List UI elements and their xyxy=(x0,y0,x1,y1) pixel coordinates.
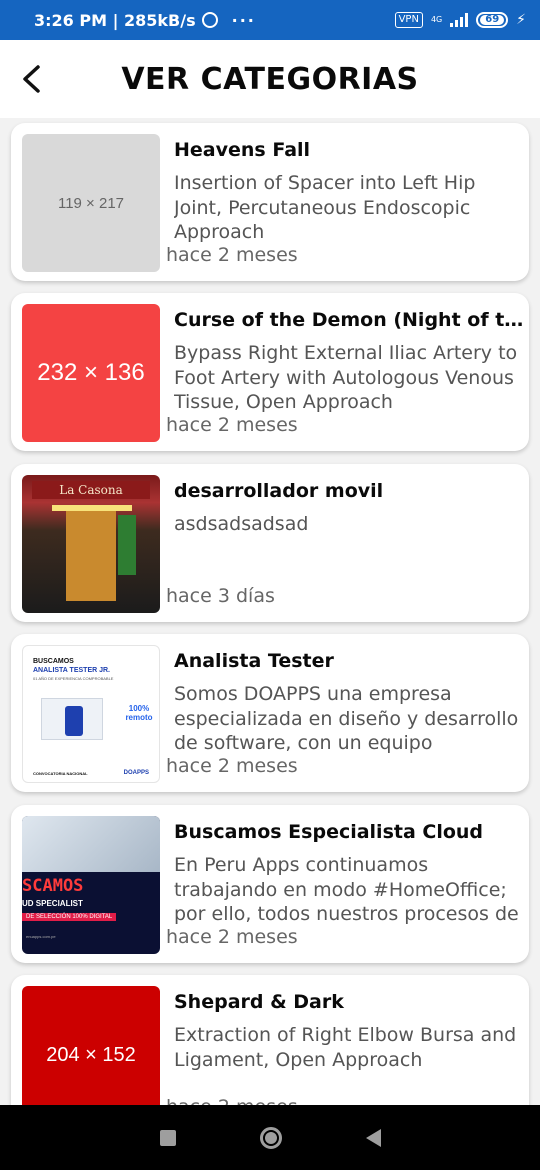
back-arrow-icon[interactable] xyxy=(18,64,46,94)
system-back-button[interactable] xyxy=(365,1128,381,1147)
system-navigation-bar xyxy=(0,1105,540,1170)
item-thumbnail: 119 × 217 xyxy=(22,134,160,272)
image-line-2: UD SPECIALIST xyxy=(22,899,83,908)
item-description: Extraction of Right Elbow Bursa and Liga… xyxy=(174,1024,517,1071)
status-time: 3:26 PM | 285kB/s xyxy=(34,10,196,30)
item-thumbnail: La Casona xyxy=(22,475,160,613)
alarm-icon xyxy=(201,12,218,28)
item-description: Insertion of Spacer into Left Hip Joint,… xyxy=(174,172,476,243)
list-item[interactable]: La Casona desarrollador movil asdsadsads… xyxy=(11,464,529,622)
item-description: Bypass Right External Iliac Artery to Fo… xyxy=(174,342,518,413)
shop-sign: La Casona xyxy=(32,481,150,499)
list-item[interactable]: 232 × 136 Curse of the Demon (Night of t… xyxy=(11,293,529,451)
battery-level: 69 xyxy=(480,15,505,25)
item-time-ago: hace 2 meses xyxy=(166,1096,298,1105)
status-bar: 3:26 PM | 285kB/s ··· VPN 4G 69 ⚡ xyxy=(0,0,540,40)
flyer-remote: 100% remoto xyxy=(125,704,153,722)
recents-button[interactable] xyxy=(159,1129,176,1146)
more-notifications-icon: ··· xyxy=(231,10,256,30)
item-thumbnail: SCAMOS UD SPECIALIST DE SELECCIÓN 100% D… xyxy=(22,816,160,954)
item-time-ago: hace 2 meses xyxy=(166,244,298,266)
flyer-experience: 01 AÑO DE EXPERIENCIA COMPROBABLE xyxy=(33,676,114,681)
flyer-footer-right: DOAPPS xyxy=(123,770,149,776)
image-line-4: enuapps.com.pe xyxy=(26,934,56,939)
item-title: Shepard & Dark xyxy=(174,991,344,1013)
vpn-icon: VPN xyxy=(394,12,423,28)
list-item[interactable]: BUSCAMOS ANALISTA TESTER JR. 01 AÑO DE E… xyxy=(11,634,529,792)
image-line-1: SCAMOS xyxy=(22,876,84,896)
home-button[interactable] xyxy=(259,1126,282,1149)
charging-icon: ⚡ xyxy=(516,12,526,28)
flyer-heading: BUSCAMOS xyxy=(33,658,74,665)
item-title: Buscamos Especialista Cloud xyxy=(174,821,484,843)
image-placeholder-text: 119 × 217 xyxy=(57,194,125,212)
phone-icon xyxy=(65,706,83,736)
item-description: Somos DOAPPS una empresa especializada e… xyxy=(174,683,519,754)
item-time-ago: hace 2 meses xyxy=(166,926,298,948)
item-title: desarrollador movil xyxy=(174,480,384,502)
app-header: VER CATEGORIAS xyxy=(0,40,540,118)
image-line-3: DE SELECCIÓN 100% DIGITAL xyxy=(22,913,117,921)
item-thumbnail: 232 × 136 xyxy=(22,304,160,442)
category-list[interactable]: 119 × 217 Heavens Fall Insertion of Spac… xyxy=(0,118,540,1105)
item-thumbnail: 204 × 152 xyxy=(22,986,160,1105)
page-title: VER CATEGORIAS xyxy=(121,61,419,97)
item-description: asdsadsadsad xyxy=(174,513,309,535)
flyer-footer-left: CONVOCATORIA NACIONAL xyxy=(33,771,88,776)
image-placeholder-text: 204 × 152 xyxy=(46,1043,136,1066)
image-placeholder-text: 232 × 136 xyxy=(37,359,145,386)
item-time-ago: hace 2 meses xyxy=(166,755,298,777)
item-thumbnail: BUSCAMOS ANALISTA TESTER JR. 01 AÑO DE E… xyxy=(22,645,160,783)
item-time-ago: hace 3 días xyxy=(166,585,275,607)
list-item[interactable]: 119 × 217 Heavens Fall Insertion of Spac… xyxy=(11,123,529,281)
item-title: Curse of the Demon (Night of the... xyxy=(174,309,524,331)
item-time-ago: hace 2 meses xyxy=(166,414,298,436)
list-item[interactable]: 204 × 152 Shepard & Dark Extraction of R… xyxy=(11,975,529,1105)
signal-icon xyxy=(450,13,469,27)
flyer-role: ANALISTA TESTER JR. xyxy=(33,667,111,674)
item-title: Analista Tester xyxy=(174,650,334,672)
item-description: En Peru Apps continuamos trabajando en m… xyxy=(174,854,519,925)
item-title: Heavens Fall xyxy=(174,139,311,161)
list-item[interactable]: SCAMOS UD SPECIALIST DE SELECCIÓN 100% D… xyxy=(11,805,529,963)
battery-icon: 69 xyxy=(476,12,509,28)
network-type: 4G xyxy=(430,15,443,24)
